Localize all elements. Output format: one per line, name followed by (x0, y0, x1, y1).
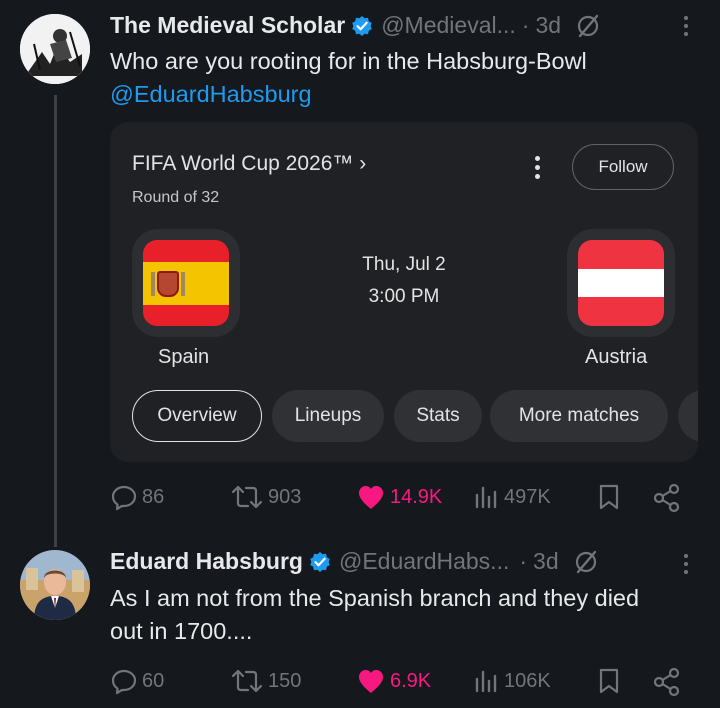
more-icon[interactable] (683, 554, 689, 574)
views-icon (475, 486, 497, 509)
tweet-body: Who are you rooting for in the Habsburg-… (110, 48, 587, 74)
spain-flag-tile[interactable] (132, 229, 240, 337)
verified-badge-icon (352, 15, 373, 36)
avatar-medieval-scholar[interactable] (20, 14, 90, 84)
share-button[interactable] (652, 483, 682, 513)
tweet-body-line-2: out in 1700.... (110, 618, 253, 644)
like-count: 14.9K (390, 485, 443, 508)
tweet-body-line-1: As I am not from the Spanish branch and … (110, 585, 640, 611)
tweet-header: Eduard Habsburg @EduardHabs... · 3d (110, 548, 599, 575)
thread-connector-line (54, 95, 57, 547)
mention-link[interactable]: @EduardHabsburg (110, 78, 587, 111)
retweet-icon (231, 485, 263, 509)
avatar-image (20, 14, 90, 84)
tournament-title[interactable]: FIFA World Cup 2026™ › (132, 152, 366, 176)
author-name[interactable]: Eduard Habsburg (110, 548, 303, 575)
tweet-text: As I am not from the Spanish branch and … (110, 582, 639, 648)
views-button[interactable]: 106K (472, 667, 551, 695)
round-label: Round of 32 (132, 189, 220, 206)
like-button[interactable]: 6.9K (356, 667, 431, 695)
tab-overview[interactable]: Overview (132, 390, 262, 442)
author-name[interactable]: The Medieval Scholar (110, 12, 345, 39)
views-button[interactable]: 497K (472, 483, 551, 511)
verified-badge-icon (310, 551, 330, 572)
like-button[interactable]: 14.9K (356, 483, 442, 511)
reply-button[interactable]: 86 (110, 483, 164, 511)
retweet-count: 903 (268, 485, 302, 508)
tweet-time[interactable]: 3d (535, 12, 561, 39)
reply-button[interactable]: 60 (110, 667, 164, 695)
avatar-eduard-habsburg[interactable] (20, 550, 90, 620)
follow-button[interactable]: Follow (572, 144, 674, 190)
tab-stats[interactable]: Stats (394, 390, 482, 442)
reply-count: 60 (142, 669, 165, 692)
reply-icon (111, 485, 137, 511)
heart-icon (359, 486, 383, 509)
author-handle[interactable]: @EduardHabs... (339, 548, 509, 575)
views-icon (475, 670, 497, 693)
tweet-actions: 60 150 6.9K 106K (110, 667, 690, 697)
share-button[interactable] (652, 667, 682, 697)
match-card[interactable]: FIFA World Cup 2026™ › Round of 32 Follo… (110, 122, 698, 462)
retweet-count: 150 (268, 669, 302, 692)
time-separator: · (521, 12, 530, 38)
more-icon[interactable] (683, 16, 689, 36)
spain-flag-icon (143, 240, 229, 326)
home-team-name[interactable]: Spain (158, 346, 209, 369)
tab-lineups[interactable]: Lineups (272, 390, 384, 442)
austria-flag-tile[interactable] (567, 229, 675, 337)
austria-flag-icon (578, 240, 664, 326)
heart-icon (359, 670, 383, 693)
retweet-button[interactable]: 150 (230, 667, 301, 695)
author-handle[interactable]: @Medieval... (381, 12, 516, 39)
views-count: 497K (504, 485, 551, 508)
grok-icon[interactable] (573, 549, 599, 575)
reply-count: 86 (142, 485, 165, 508)
bookmark-icon (599, 484, 619, 510)
tweet-actions: 86 903 14.9K 497K (110, 483, 690, 513)
reply-icon (111, 669, 137, 695)
share-icon (653, 483, 680, 513)
bookmark-button[interactable] (596, 483, 622, 511)
tweet-text: Who are you rooting for in the Habsburg-… (110, 45, 587, 111)
retweet-button[interactable]: 903 (230, 483, 301, 511)
time-separator: · (519, 548, 528, 574)
grok-icon[interactable] (575, 13, 601, 39)
avatar-image (20, 550, 90, 620)
tab-overflow[interactable] (678, 390, 698, 442)
away-team-name[interactable]: Austria (585, 346, 647, 369)
bookmark-icon (599, 668, 619, 694)
retweet-icon (231, 669, 263, 693)
like-count: 6.9K (390, 669, 432, 692)
tab-more-matches[interactable]: More matches (490, 390, 668, 442)
bookmark-button[interactable] (596, 667, 622, 695)
tweet-header: The Medieval Scholar @Medieval... · 3d (110, 12, 601, 39)
views-count: 106K (504, 669, 551, 692)
share-icon (653, 667, 680, 697)
tweet-time[interactable]: 3d (533, 548, 559, 575)
card-more-icon[interactable] (534, 156, 540, 179)
